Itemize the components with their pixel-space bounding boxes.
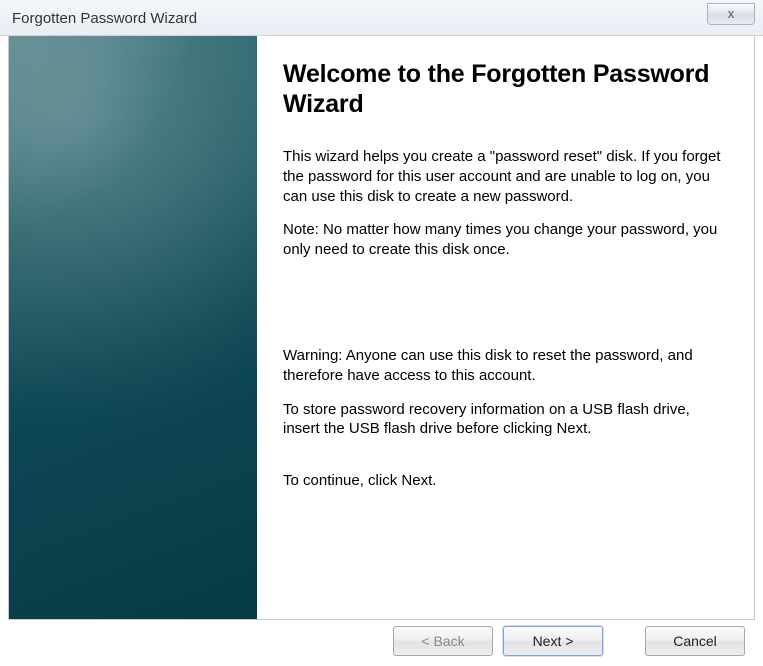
wizard-heading: Welcome to the Forgotten Password Wizard [283, 60, 726, 119]
wizard-footer: < Back Next > Cancel [0, 620, 763, 666]
close-button[interactable]: x [707, 3, 755, 25]
close-icon: x [728, 6, 735, 21]
window-title: Forgotten Password Wizard [12, 8, 197, 27]
titlebar: Forgotten Password Wizard x [0, 0, 763, 36]
button-spacer [613, 626, 635, 666]
wizard-usb-hint-text: To store password recovery information o… [283, 400, 726, 440]
cancel-button[interactable]: Cancel [645, 626, 745, 656]
wizard-intro-text: This wizard helps you create a "password… [283, 147, 726, 206]
back-button[interactable]: < Back [393, 626, 493, 656]
wizard-continue-hint: To continue, click Next. [283, 471, 726, 491]
wizard-side-panel [9, 36, 257, 619]
next-button[interactable]: Next > [503, 626, 603, 656]
wizard-main-panel: Welcome to the Forgotten Password Wizard… [257, 36, 754, 619]
wizard-window: Forgotten Password Wizard x Welcome to t… [0, 0, 763, 666]
wizard-warning-text: Warning: Anyone can use this disk to res… [283, 346, 726, 386]
wizard-note-text: Note: No matter how many times you chang… [283, 220, 726, 260]
content-area: Welcome to the Forgotten Password Wizard… [8, 36, 755, 620]
